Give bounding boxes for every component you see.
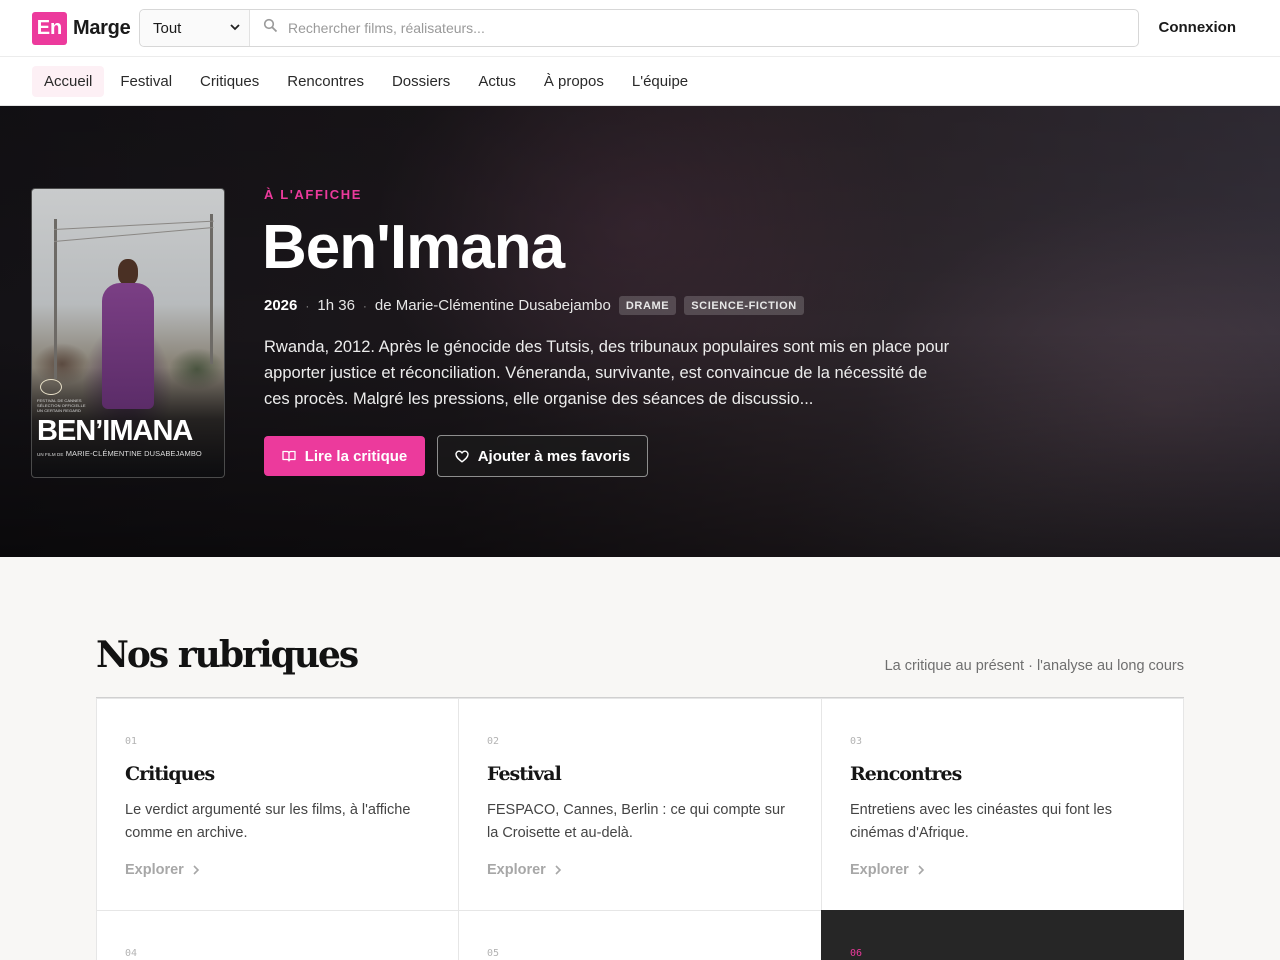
poster-pole <box>210 214 213 364</box>
card-number: 04 <box>125 948 138 959</box>
poster-credit: UN FILM DE MARIE-CLÉMENTINE DUSABEJAMBO <box>37 449 202 458</box>
card-number: 06 <box>850 948 863 959</box>
nav-item-festival[interactable]: Festival <box>108 66 184 97</box>
card-number: 03 <box>850 736 863 747</box>
card-title: Festival <box>487 763 562 785</box>
search-icon <box>263 18 278 38</box>
section-card-06[interactable]: 06 <box>821 910 1184 960</box>
book-open-icon <box>282 450 296 462</box>
section-card-festival[interactable]: 02 Festival FESPACO, Cannes, Berlin : ce… <box>458 698 822 911</box>
read-review-label: Lire la critique <box>304 447 408 465</box>
card-description: Entretiens avec les cinéastes qui font l… <box>850 802 1112 841</box>
poster-pole <box>54 219 57 379</box>
poster-festival-label: FESTIVAL DE CANNES SÉLECTION OFFICIELLE … <box>37 398 86 413</box>
nav-item-equipe[interactable]: L'équipe <box>620 66 700 97</box>
film-meta: 2026 · 1h 36 · de Marie-Clémentine Dusab… <box>264 296 804 315</box>
card-title: Critiques <box>125 763 215 785</box>
explore-link[interactable]: Explorer <box>125 862 200 878</box>
section-card-05[interactable]: 05 <box>458 910 822 960</box>
site-header: En Marge Tout Connexion <box>0 0 1280 57</box>
search-bar: Tout <box>139 9 1139 47</box>
hero-tag: À L'AFFICHE <box>264 187 362 202</box>
nav-item-accueil[interactable]: Accueil <box>32 65 105 97</box>
card-description: FESPACO, Cannes, Berlin : ce qui compte … <box>487 802 785 841</box>
chevron-right-icon <box>554 864 562 876</box>
sections-grid: 01 Critiques Le verdict argumenté sur le… <box>96 698 1184 960</box>
film-title: Ben'Imana <box>262 213 565 282</box>
film-duration: 1h 36 <box>317 297 355 314</box>
meta-separator: · <box>362 298 367 313</box>
card-number: 05 <box>487 948 500 959</box>
search-input[interactable] <box>288 20 1088 36</box>
explore-link[interactable]: Explorer <box>487 862 562 878</box>
nav-item-dossiers[interactable]: Dossiers <box>380 66 462 97</box>
nav-item-a-propos[interactable]: À propos <box>532 66 616 97</box>
hero-banner: FESTIVAL DE CANNES SÉLECTION OFFICIELLE … <box>0 106 1280 557</box>
main-nav: Accueil Festival Critiques Rencontres Do… <box>0 57 1280 106</box>
film-poster[interactable]: FESTIVAL DE CANNES SÉLECTION OFFICIELLE … <box>31 188 225 478</box>
login-link[interactable]: Connexion <box>1159 19 1237 36</box>
film-year: 2026 <box>264 297 298 314</box>
section-card-04[interactable]: 04 <box>96 910 459 960</box>
logo-mark: En <box>32 12 67 45</box>
chevron-right-icon <box>917 864 925 876</box>
section-title: Nos rubriques <box>96 634 359 676</box>
explore-link[interactable]: Explorer <box>850 862 925 878</box>
logo-wordmark: Marge <box>73 17 131 39</box>
site-logo[interactable]: En Marge <box>32 12 131 45</box>
heart-icon <box>455 450 469 463</box>
category-select[interactable]: Tout <box>140 10 250 46</box>
film-synopsis: Rwanda, 2012. Après le génocide des Tuts… <box>264 338 950 408</box>
section-subtitle: La critique au présent · l'analyse au lo… <box>884 658 1184 674</box>
add-favorite-label: Ajouter à mes favoris <box>477 447 631 465</box>
category-select-value: Tout <box>153 19 182 37</box>
genre-badge: DRAME <box>618 296 677 315</box>
add-favorite-button[interactable]: Ajouter à mes favoris <box>437 435 648 477</box>
nav-item-actus[interactable]: Actus <box>466 66 528 97</box>
poster-title: BEN’IMANA <box>37 415 193 447</box>
poster-wire <box>53 227 214 242</box>
card-number: 02 <box>487 736 500 747</box>
card-title: Rencontres <box>850 763 962 785</box>
laurel-icon <box>40 379 62 395</box>
card-number: 01 <box>125 736 138 747</box>
section-card-rencontres[interactable]: 03 Rencontres Entretiens avec les cinéas… <box>821 698 1184 911</box>
search-field <box>250 10 1138 46</box>
meta-separator: · <box>305 298 310 313</box>
nav-item-critiques[interactable]: Critiques <box>188 66 271 97</box>
section-card-critiques[interactable]: 01 Critiques Le verdict argumenté sur le… <box>96 698 459 911</box>
nav-item-rencontres[interactable]: Rencontres <box>275 66 376 97</box>
film-director: de Marie-Clémentine Dusabejambo <box>374 297 611 314</box>
chevron-right-icon <box>192 864 200 876</box>
genre-badge: SCIENCE-FICTION <box>684 296 804 315</box>
read-review-button[interactable]: Lire la critique <box>264 436 425 476</box>
poster-figure <box>102 259 154 409</box>
card-description: Le verdict argumenté sur les films, à l'… <box>125 802 411 841</box>
chevron-down-icon <box>229 20 241 37</box>
